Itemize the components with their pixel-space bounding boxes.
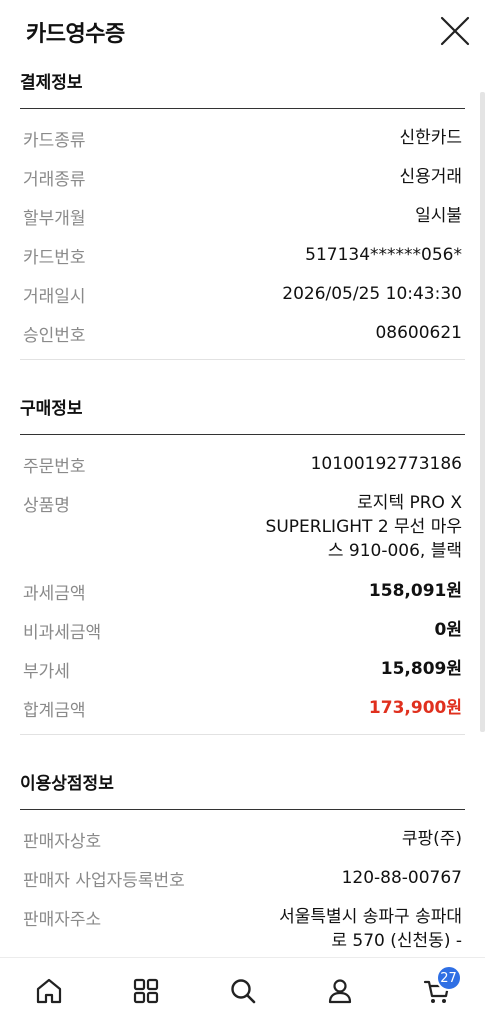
receipt-content: 결제정보 카드종류 신한카드 거래종류 신용거래 할부개월 일시불 카드번호 5… [0,62,485,957]
nav-cart-button[interactable]: 27 [413,965,462,1015]
merchant-name-value: 쿠팡(주) [401,829,462,849]
installment-value: 일시불 [415,206,462,226]
bottom-nav: 27 [0,957,485,1024]
merchant-section-title: 이용상점정보 [20,774,114,794]
business-number-label: 판매자 사업자등록번호 [23,871,185,891]
product-name-line: 로지텍 PRO X [357,493,462,513]
info-row: 카드번호 517134******056* [20,234,465,273]
info-row: 상품명 로지텍 PRO X SUPERLIGHT 2 무선 마우 스 910-0… [20,482,465,570]
divider [20,734,465,735]
vat-label: 부가세 [23,662,70,682]
info-row: 주문번호 10100192773186 [20,443,465,482]
person-icon [328,979,351,1004]
info-row: 거래일시 2026/05/25 10:43:30 [20,273,465,312]
product-name-label: 상품명 [23,496,70,516]
info-row: 카드종류 신한카드 [20,117,465,156]
close-icon [440,16,470,46]
card-type-label: 카드종류 [23,131,86,151]
product-name-value: 로지텍 PRO X SUPERLIGHT 2 무선 마우 스 910-006, … [266,491,462,563]
header: 카드영수증 [0,0,485,62]
card-type-value: 신한카드 [399,128,462,148]
merchant-address-value: 서울특별시 송파구 송파대 로 570 (신천동) - [279,905,462,953]
product-name-line: SUPERLIGHT 2 무선 마우 [265,517,462,537]
order-number-label: 주문번호 [23,457,86,477]
home-icon [36,978,61,1004]
merchant-name-label: 판매자상호 [23,832,102,852]
transaction-date-label: 거래일시 [23,287,86,307]
merchant-section: 이용상점정보 판매자상호 쿠팡(주) 판매자 사업자등록번호 120-88-00… [20,763,465,953]
info-row: 판매자 사업자등록번호 120-88-00767 [20,857,465,896]
card-number-value: 517134******056* [305,245,462,265]
taxable-amount-value: 158,091원 [368,581,462,601]
approval-number-value: 08600621 [375,323,462,343]
info-row: 승인번호 08600621 [20,312,465,351]
cart-count-badge: 27 [435,965,462,991]
info-row: 비과세금액 0원 [20,609,465,648]
info-row: 과세금액 158,091원 [20,570,465,609]
info-row: 판매자주소 서울특별시 송파구 송파대 로 570 (신천동) - [20,896,465,953]
transaction-date-value: 2026/05/25 10:43:30 [282,284,462,304]
nav-category-button[interactable] [122,967,170,1015]
nav-home-button[interactable] [25,967,73,1015]
nav-mypage-button[interactable] [316,967,364,1015]
info-row: 합계금액 173,900원 [20,687,465,726]
page-title: 카드영수증 [26,22,125,47]
grid-icon [133,978,158,1004]
info-row: 거래종류 신용거래 [20,156,465,195]
payment-section-title: 결제정보 [20,73,83,93]
info-row: 부가세 15,809원 [20,648,465,687]
card-number-label: 카드번호 [23,248,86,268]
transaction-type-label: 거래종류 [23,170,86,190]
taxable-amount-label: 과세금액 [23,584,86,604]
purchase-section-title: 구매정보 [20,399,83,419]
address-line: 로 570 (신천동) - [331,931,462,951]
total-amount-value: 173,900원 [368,698,462,718]
approval-number-label: 승인번호 [23,326,86,346]
nontaxable-amount-value: 0원 [434,620,462,640]
purchase-section: 구매정보 주문번호 10100192773186 상품명 로지텍 PRO X S… [20,388,465,735]
payment-section: 결제정보 카드종류 신한카드 거래종류 신용거래 할부개월 일시불 카드번호 5… [20,62,465,360]
close-button[interactable] [436,12,474,50]
transaction-type-value: 신용거래 [399,167,462,187]
total-amount-label: 합계금액 [23,701,86,721]
address-line: 서울특별시 송파구 송파대 [279,907,462,927]
info-row: 할부개월 일시불 [20,195,465,234]
nav-search-button[interactable] [219,967,267,1015]
nontaxable-amount-label: 비과세금액 [23,623,102,643]
product-name-line: 스 910-006, 블랙 [327,541,462,561]
business-number-value: 120-88-00767 [341,868,462,888]
order-number-value: 10100192773186 [310,454,462,474]
search-icon [230,979,255,1004]
installment-label: 할부개월 [23,209,86,229]
vat-value: 15,809원 [380,659,462,679]
merchant-address-label: 판매자주소 [23,910,102,930]
divider [20,359,465,360]
info-row: 판매자상호 쿠팡(주) [20,818,465,857]
